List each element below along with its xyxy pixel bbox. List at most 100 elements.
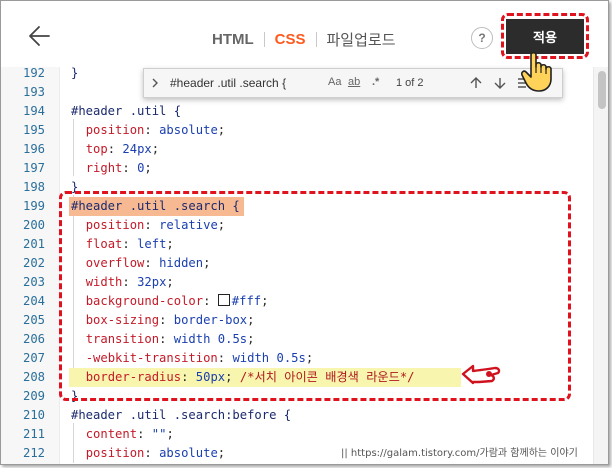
chevron-right-icon[interactable] xyxy=(148,76,162,90)
line-number: 209 xyxy=(22,389,45,403)
css-property: overflow xyxy=(85,256,145,270)
tab-file-upload[interactable]: 파일업로드 xyxy=(327,29,396,50)
match-word-toggle[interactable]: ab xyxy=(348,76,360,88)
css-selector: } xyxy=(71,180,79,194)
css-value: #fff xyxy=(231,294,262,308)
pointing-hand-icon xyxy=(459,361,503,387)
vertical-scrollbar[interactable] xyxy=(593,67,608,464)
code-line[interactable]: 201 float: left; xyxy=(1,235,608,254)
code-line[interactable]: 204 background-color: #fff; xyxy=(1,292,608,311)
css-declaration: background-color: #fff; xyxy=(85,294,269,308)
find-widget: Aa ab .* 1 of 2 xyxy=(143,68,563,98)
line-number: 204 xyxy=(22,294,45,308)
css-declaration: top: 24px; xyxy=(85,142,160,156)
line-number: 201 xyxy=(22,237,45,251)
css-declaration: box-sizing: border-box; xyxy=(85,313,255,327)
code-line[interactable]: 196 top: 24px; xyxy=(1,140,608,159)
arrow-down-icon[interactable] xyxy=(492,75,508,91)
css-comment: /*서치 아이콘 배경색 라운드*/ xyxy=(239,370,415,384)
code-line[interactable]: 199 #header .util .search { xyxy=(1,197,608,216)
css-property: position xyxy=(85,123,145,137)
code-line[interactable]: 210 #header .util .search:before { xyxy=(1,406,608,425)
watermark-text: || https://galam.tistory.com/가람과 함께하는 이야… xyxy=(339,444,580,459)
code-line[interactable]: 211 content: ""; xyxy=(1,425,608,444)
editor-header: HTML CSS 파일업로드 ? 적용 xyxy=(1,1,608,68)
color-swatch[interactable] xyxy=(217,294,230,306)
code-line[interactable]: 206 transition: width 0.5s; xyxy=(1,330,608,349)
css-selector: } xyxy=(71,389,79,403)
regex-toggle[interactable]: .* xyxy=(372,76,379,88)
line-number: 194 xyxy=(22,104,45,118)
css-value: width 0.5s xyxy=(173,332,248,346)
css-property: -webkit-transition xyxy=(85,351,218,365)
match-count: 1 of 2 xyxy=(396,77,424,89)
line-number: 208 xyxy=(22,370,45,384)
code-line[interactable]: 209} xyxy=(1,387,608,406)
css-property: transition xyxy=(85,332,160,346)
css-declaration: content: ""; xyxy=(85,427,174,441)
code-line[interactable]: 194 #header .util { xyxy=(1,102,608,121)
line-number: 198 xyxy=(22,180,45,194)
line-number: 202 xyxy=(22,256,45,270)
code-line[interactable]: 203 width: 32px; xyxy=(1,273,608,292)
line-number: 210 xyxy=(22,408,45,422)
css-selector: #header .util .search:before { xyxy=(71,408,292,422)
css-property: content xyxy=(85,427,138,441)
css-property: background-color xyxy=(85,294,204,308)
match-case-toggle[interactable]: Aa xyxy=(328,76,341,88)
css-declaration: right: 0; xyxy=(85,161,152,175)
line-number: 197 xyxy=(22,161,45,175)
line-number: 193 xyxy=(22,85,45,99)
line-number: 196 xyxy=(22,142,45,156)
line-number: 211 xyxy=(22,427,45,441)
css-property: width xyxy=(85,275,123,289)
line-number: 199 xyxy=(22,199,45,213)
line-number: 203 xyxy=(22,275,45,289)
code-line[interactable]: 205 box-sizing: border-box; xyxy=(1,311,608,330)
line-number: 205 xyxy=(22,313,45,327)
back-arrow-icon[interactable] xyxy=(25,21,55,51)
editor-tabs: HTML CSS 파일업로드 xyxy=(212,28,396,50)
line-number: 192 xyxy=(22,67,45,80)
editor-window: HTML CSS 파일업로드 ? 적용 192} 193 194 #header .u… xyxy=(0,0,609,465)
line-number: 207 xyxy=(22,351,45,365)
code-line[interactable]: 197 right: 0; xyxy=(1,159,608,178)
css-declaration: overflow: hidden; xyxy=(85,256,211,270)
line-number: 195 xyxy=(22,123,45,137)
css-declaration: float: left; xyxy=(85,237,174,251)
css-declaration: transition: width 0.5s; xyxy=(85,332,255,346)
css-property: position xyxy=(85,446,145,460)
code-editor[interactable]: 192} 193 194 #header .util { 195 position: a… xyxy=(1,67,608,464)
css-value: absolute xyxy=(159,123,218,137)
css-selector: #header .util { xyxy=(71,104,182,118)
css-property: right xyxy=(85,161,123,175)
css-property: top xyxy=(85,142,108,156)
line-number: 206 xyxy=(22,332,45,346)
code-line[interactable]: 208 border-radius: 50px; /*서치 아이콘 배경색 라운… xyxy=(1,368,608,387)
apply-button[interactable]: 적용 xyxy=(506,19,584,54)
css-value: 32px xyxy=(137,275,167,289)
css-value: relative xyxy=(159,218,218,232)
css-property: float xyxy=(85,237,123,251)
css-declaration: position: absolute; xyxy=(85,123,226,137)
css-value: hidden xyxy=(159,256,204,270)
css-declaration: border-radius: 50px; /*서치 아이콘 배경색 라운드*/ xyxy=(85,370,415,384)
scrollbar-thumb[interactable] xyxy=(598,71,606,109)
css-value: 50px xyxy=(195,370,226,384)
tab-divider xyxy=(315,31,317,47)
css-value: 24px xyxy=(122,142,152,156)
tab-css[interactable]: CSS xyxy=(275,31,306,48)
code-line[interactable]: 198} xyxy=(1,178,608,197)
arrow-up-icon[interactable] xyxy=(468,75,484,91)
css-value: "" xyxy=(151,427,167,441)
help-button[interactable]: ? xyxy=(471,27,493,49)
code-line[interactable]: 202 overflow: hidden; xyxy=(1,254,608,273)
tab-html[interactable]: HTML xyxy=(212,31,254,48)
code-line[interactable]: 200 position: relative; xyxy=(1,216,608,235)
code-line[interactable]: 207 -webkit-transition: width 0.5s; xyxy=(1,349,608,368)
css-value: width 0.5s xyxy=(232,351,306,365)
css-property: border-radius xyxy=(85,370,182,384)
line-number: 200 xyxy=(22,218,45,232)
css-declaration: -webkit-transition: width 0.5s; xyxy=(85,351,314,365)
code-line[interactable]: 195 position: absolute; xyxy=(1,121,608,140)
